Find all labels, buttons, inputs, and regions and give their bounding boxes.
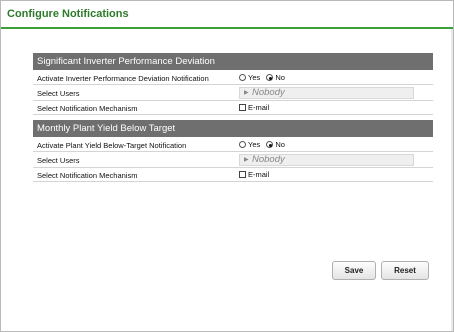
row-activate-inverter-notification: Activate Inverter Performance Deviation … — [33, 71, 433, 85]
scroll-gutter — [451, 29, 453, 331]
save-button[interactable]: Save — [332, 261, 376, 280]
no-radio[interactable] — [266, 141, 274, 148]
no-radio-label: No — [275, 73, 285, 82]
row-notification-mechanism-inverter: Select Notification Mechanism E-mail — [33, 101, 433, 115]
email-option: E-mail — [239, 103, 273, 112]
activate-yield-label: Activate Plant Yield Below-Target Notifi… — [37, 141, 187, 150]
page-title: Configure Notifications — [7, 8, 129, 20]
activate-yield-options: Yes No — [239, 140, 289, 149]
yes-radio[interactable] — [239, 141, 246, 148]
title-bar: Configure Notifications — [1, 1, 453, 29]
no-radio-label: No — [275, 140, 285, 149]
row-select-users-yield: Select Users ▶ Nobody — [33, 152, 433, 168]
activate-inverter-label: Activate Inverter Performance Deviation … — [37, 74, 209, 83]
yes-radio[interactable] — [239, 74, 246, 81]
reset-button[interactable]: Reset — [381, 261, 429, 280]
email-label: E-mail — [248, 170, 270, 179]
mechanism-label: Select Notification Mechanism — [37, 104, 138, 113]
email-checkbox[interactable] — [239, 104, 246, 111]
caret-right-icon: ▶ — [244, 90, 249, 96]
email-checkbox[interactable] — [239, 171, 246, 178]
email-label: E-mail — [248, 103, 270, 112]
row-activate-yield-notification: Activate Plant Yield Below-Target Notifi… — [33, 138, 433, 152]
select-users-label: Select Users — [37, 89, 80, 98]
mechanism-label: Select Notification Mechanism — [37, 171, 138, 180]
caret-right-icon: ▶ — [244, 157, 249, 163]
yes-radio-label: Yes — [248, 140, 261, 149]
row-notification-mechanism-yield: Select Notification Mechanism E-mail — [33, 168, 433, 182]
no-radio[interactable] — [266, 74, 274, 81]
section-header-plant-yield: Monthly Plant Yield Below Target — [33, 120, 433, 137]
users-value: Nobody — [252, 87, 285, 98]
email-option: E-mail — [239, 170, 273, 179]
yes-radio-label: Yes — [248, 73, 261, 82]
users-selector[interactable]: ▶ Nobody — [239, 154, 414, 166]
section-header-inverter-deviation: Significant Inverter Performance Deviati… — [33, 53, 433, 70]
activate-inverter-options: Yes No — [239, 73, 289, 82]
select-users-label: Select Users — [37, 156, 80, 165]
users-value: Nobody — [252, 154, 285, 165]
users-selector[interactable]: ▶ Nobody — [239, 87, 414, 99]
row-select-users-inverter: Select Users ▶ Nobody — [33, 85, 433, 101]
notifications-panel: Configure Notifications Significant Inve… — [0, 0, 454, 332]
